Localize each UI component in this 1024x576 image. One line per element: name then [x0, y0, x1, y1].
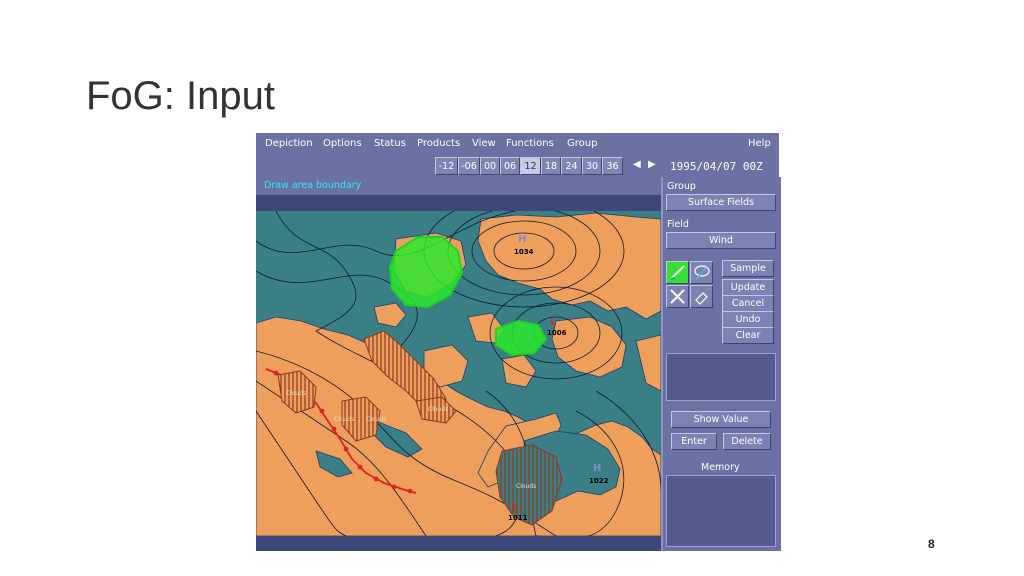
weather-map-canvas[interactable]: H 1034 L 1006 H 1022 L 1011 Clouds Cloud… — [256, 211, 661, 536]
field-label: Field — [667, 219, 689, 230]
triangle-right-icon[interactable]: ▶ — [648, 159, 656, 170]
cloud-label: Clouds — [334, 416, 354, 423]
time-step-button[interactable]: 06 — [500, 157, 520, 175]
high-pressure-marker: H — [593, 463, 601, 474]
cloud-label: Clouds — [516, 483, 536, 490]
map-top-strip — [256, 195, 661, 211]
cloud-label: Clouds — [366, 416, 386, 423]
lasso-icon[interactable] — [690, 261, 713, 284]
time-step-button[interactable]: 24 — [561, 157, 582, 175]
group-label: Group — [667, 181, 696, 192]
memory-label: Memory — [701, 462, 740, 473]
menu-options[interactable]: Options — [323, 138, 362, 149]
low-pressure-marker: L — [550, 317, 557, 328]
time-step-button[interactable]: 36 — [602, 157, 623, 175]
fog-application-window: Depiction Options Status Products View F… — [256, 133, 781, 551]
pressure-label: 1011 — [508, 514, 528, 522]
page-number: 8 — [928, 537, 935, 551]
high-pressure-marker: H — [518, 234, 526, 245]
clear-button[interactable]: Clear — [722, 327, 774, 344]
control-panel: Group Surface Fields Field Wind Sample U… — [661, 177, 781, 551]
menu-status[interactable]: Status — [374, 138, 406, 149]
show-value-button[interactable]: Show Value — [671, 411, 771, 428]
menu-help[interactable]: Help — [748, 138, 771, 149]
pencil-draw-icon[interactable] — [666, 261, 689, 284]
group-selector[interactable]: Surface Fields — [666, 194, 776, 211]
status-message: Draw area boundary — [264, 180, 362, 191]
cloud-label: Clouds — [286, 390, 306, 397]
time-step-button[interactable]: 30 — [582, 157, 602, 175]
menu-view[interactable]: View — [472, 138, 496, 149]
menu-group[interactable]: Group — [567, 138, 597, 149]
value-display — [666, 353, 776, 401]
cancel-button[interactable]: Cancel — [722, 295, 774, 312]
valid-datetime: 1995/04/07 00Z — [670, 160, 763, 173]
time-step-button[interactable]: -12 — [435, 157, 458, 175]
delete-button[interactable]: Delete — [723, 433, 771, 450]
pressure-label: 1006 — [547, 329, 567, 337]
update-button[interactable]: Update — [722, 279, 774, 296]
field-selector[interactable]: Wind — [666, 232, 776, 249]
menu-functions[interactable]: Functions — [506, 138, 554, 149]
low-pressure-marker: L — [512, 501, 519, 512]
time-step-button-active[interactable]: 12 — [520, 157, 541, 175]
map-bottom-strip — [256, 536, 661, 551]
slide-title: FoG: Input — [86, 74, 275, 118]
eraser-icon[interactable] — [690, 285, 713, 308]
undo-button[interactable]: Undo — [722, 311, 774, 328]
menu-products[interactable]: Products — [417, 138, 460, 149]
memory-list[interactable] — [666, 475, 776, 547]
menu-bar: Depiction Options Status Products View F… — [256, 133, 779, 156]
enter-button[interactable]: Enter — [671, 433, 717, 450]
menu-depiction[interactable]: Depiction — [265, 138, 313, 149]
weather-map[interactable]: H 1034 L 1006 H 1022 L 1011 Clouds Cloud… — [256, 211, 661, 536]
cloud-label: Clouds — [428, 406, 448, 413]
time-step-button[interactable]: 18 — [541, 157, 561, 175]
crossed-tools-icon[interactable] — [666, 285, 689, 308]
triangle-left-icon[interactable]: ◀ — [633, 159, 641, 170]
sample-button[interactable]: Sample — [722, 260, 774, 277]
pressure-label: 1034 — [514, 248, 534, 256]
pressure-label: 1022 — [589, 477, 609, 485]
time-step-button[interactable]: -06 — [458, 157, 480, 175]
time-step-button[interactable]: 00 — [480, 157, 500, 175]
